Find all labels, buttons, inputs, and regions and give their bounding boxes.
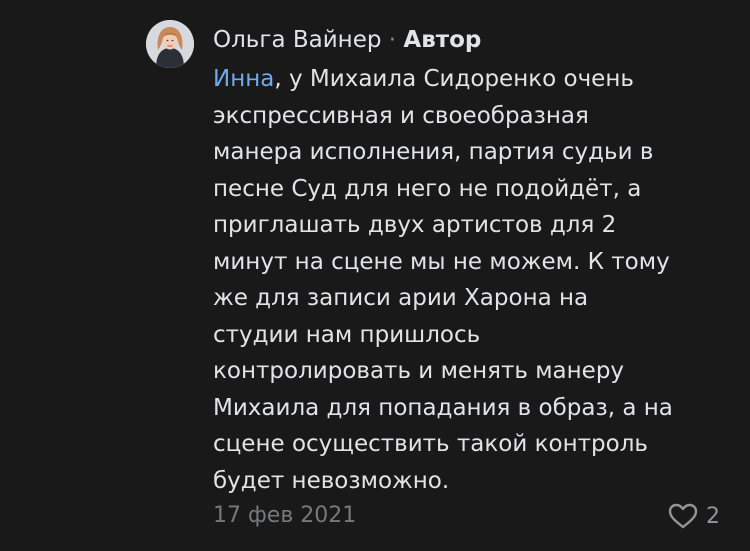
author-line: Ольга Вайнер · Автор [213, 24, 481, 56]
author-name[interactable]: Ольга Вайнер [213, 27, 381, 53]
comment-date[interactable]: 17 фев 2021 [213, 500, 356, 532]
comment-line: сцене осуществить такой контроль [213, 431, 648, 457]
comment-line: же для записи арии Харона на [213, 285, 589, 311]
like-count: 2 [706, 503, 720, 529]
mention-link[interactable]: Инна [213, 66, 274, 92]
comment-line: студии нам пришлось [213, 321, 481, 348]
comment-line: Михаила для попадания в образ, а на [213, 394, 673, 421]
author-badge: Автор [403, 27, 482, 53]
avatar-photo [146, 20, 194, 68]
comment-line-text: , у Михаила Сидоренко очень [274, 66, 634, 92]
comment-text: Инна, у Михаила Сидоренко очень экспресс… [213, 61, 733, 499]
comment-line: манера исполнения, партия судьи в [213, 139, 654, 165]
comment-line: приглашать двух артистов для 2 [213, 212, 617, 238]
avatar[interactable] [146, 20, 194, 68]
author-separator: · [388, 27, 397, 53]
comment-line: минут на сцене мы не можем. К тому [213, 248, 670, 275]
like-button[interactable]: 2 [668, 500, 720, 532]
comment-line: будет невозможно. [213, 467, 450, 494]
comment-line: контролировать и менять манеру [213, 358, 625, 384]
heart-icon [668, 503, 698, 529]
comment-line: экспрессивная и своеобразная [213, 102, 589, 129]
comment: Ольга Вайнер · Автор Инна, у Михаила Сид… [0, 0, 750, 551]
comment-line: Инна, у Михаила Сидоренко очень [213, 61, 733, 98]
comment-line: песне Суд для него не подойдёт, а [213, 175, 642, 202]
